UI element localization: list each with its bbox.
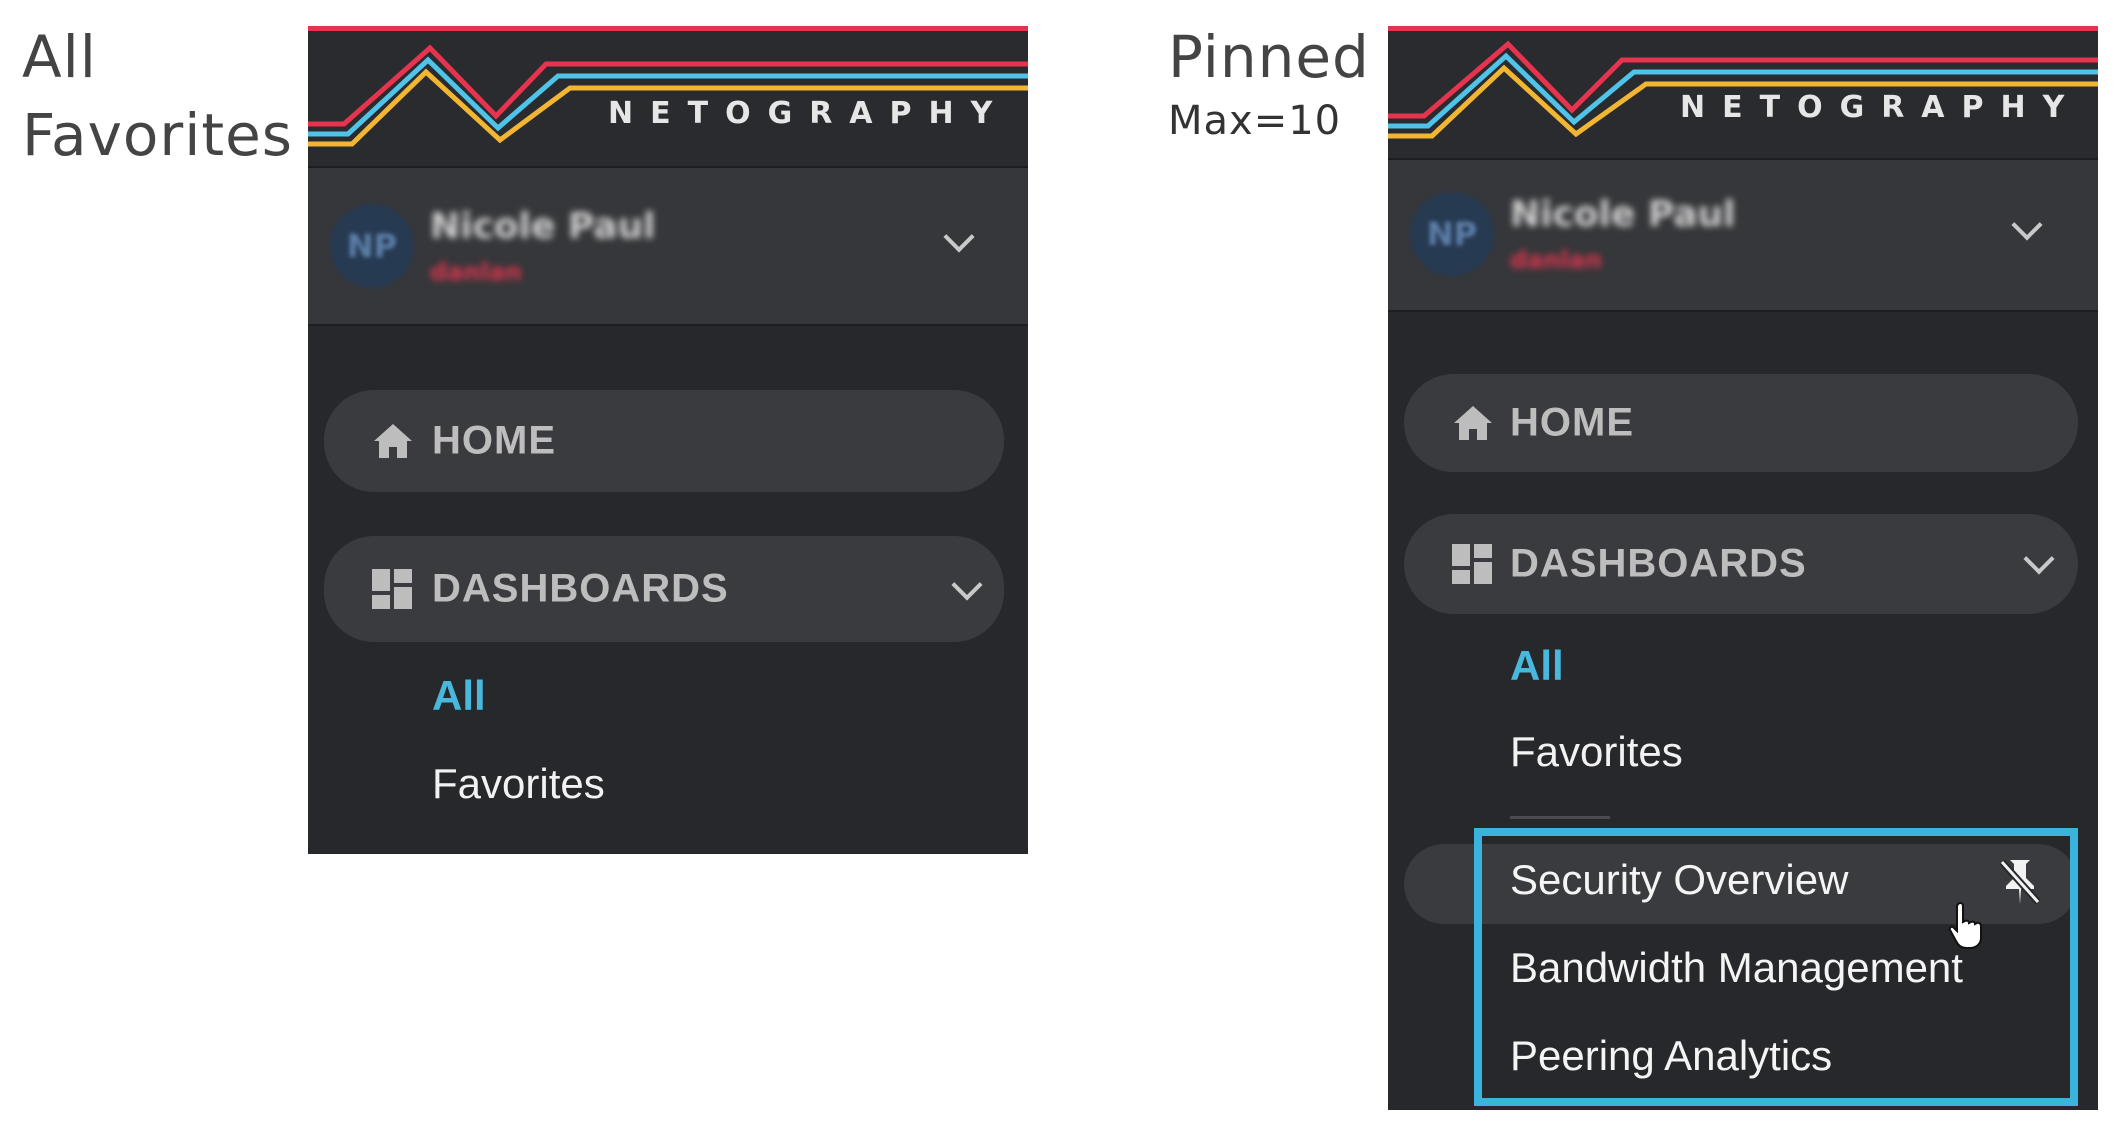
user-role: danlan — [430, 258, 522, 286]
pinned-highlight-box — [1474, 828, 2078, 1106]
caption-all: All — [22, 23, 97, 91]
chevron-down-icon[interactable] — [2023, 543, 2055, 575]
dashboards-label: DASHBOARDS — [432, 566, 729, 611]
sidebar-panel-left: NETOGRAPHY NP Nicole Paul danlan HOME DA… — [308, 26, 1028, 854]
logo-header: NETOGRAPHY — [1388, 26, 2098, 158]
caption-max: Max=10 — [1168, 98, 1342, 144]
right-caption: Pinned Max=10 — [1168, 18, 1370, 146]
nav-dashboards[interactable]: DASHBOARDS — [324, 536, 1004, 642]
sidebar-panel-right: NETOGRAPHY NP Nicole Paul danlan HOME DA… — [1388, 26, 2098, 1110]
avatar: NP — [1410, 192, 1494, 276]
brand-name: NETOGRAPHY — [1680, 90, 2082, 125]
nav-dashboards[interactable]: DASHBOARDS — [1404, 514, 2078, 614]
dashboard-grid-icon — [372, 569, 412, 609]
chevron-down-icon[interactable] — [943, 221, 975, 253]
caption-pinned: Pinned — [1168, 23, 1370, 91]
chevron-down-icon[interactable] — [2011, 209, 2043, 241]
dashboard-grid-icon — [1452, 544, 1492, 584]
user-profile[interactable]: NP Nicole Paul danlan — [308, 166, 1028, 326]
user-name: Nicole Paul — [430, 206, 656, 247]
nav-home[interactable]: HOME — [324, 390, 1004, 492]
top-accent-line — [308, 26, 1028, 31]
user-profile[interactable]: NP Nicole Paul danlan — [1388, 158, 2098, 312]
sub-link-all[interactable]: All — [432, 672, 486, 720]
left-caption: All Favorites — [22, 18, 293, 174]
nav-home[interactable]: HOME — [1404, 374, 2078, 472]
chevron-down-icon[interactable] — [951, 569, 983, 601]
home-icon — [1454, 406, 1492, 440]
avatar: NP — [330, 204, 414, 288]
dashboards-label: DASHBOARDS — [1510, 541, 1807, 586]
sub-link-favorites[interactable]: Favorites — [1510, 728, 1683, 776]
home-icon — [374, 424, 412, 458]
user-role: danlan — [1510, 246, 1602, 274]
logo-header: NETOGRAPHY — [308, 26, 1028, 166]
sub-link-all[interactable]: All — [1510, 642, 1564, 690]
top-accent-line — [1388, 26, 2098, 31]
user-name: Nicole Paul — [1510, 194, 1736, 235]
home-label: HOME — [1510, 400, 1634, 445]
divider — [1510, 816, 1610, 819]
caption-favorites: Favorites — [22, 101, 293, 169]
home-label: HOME — [432, 418, 556, 463]
sub-link-favorites[interactable]: Favorites — [432, 760, 605, 808]
brand-name: NETOGRAPHY — [608, 96, 1010, 131]
